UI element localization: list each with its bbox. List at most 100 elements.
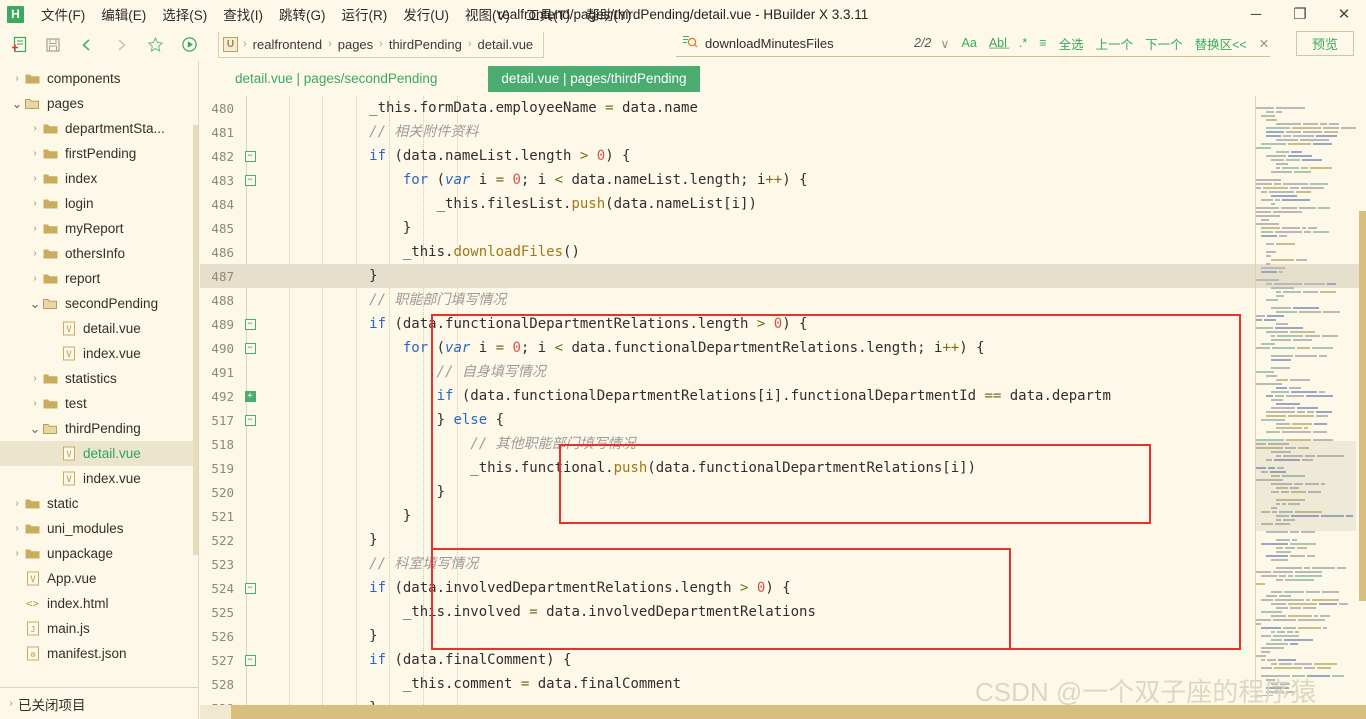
minimap-viewport[interactable] [1256,441,1356,531]
code-line[interactable]: 486 _this.downloadFiles() [200,240,1366,264]
breadcrumb-item-1[interactable]: pages [335,37,376,52]
code-line[interactable]: 482− if (data.nameList.length > 0) { [200,144,1366,168]
menu-item-6[interactable]: 发行(U) [395,1,457,27]
code-line[interactable]: 521 } [200,504,1366,528]
tree-item-departmentsta---[interactable]: › departmentSta... [0,116,198,141]
code-line[interactable]: 517− } else { [200,408,1366,432]
tree-item-app-vue[interactable]: V App.vue [0,566,198,591]
tree-item-report[interactable]: › report [0,266,198,291]
star-icon[interactable] [140,32,170,58]
code-line[interactable]: 520 } [200,480,1366,504]
fold-collapse-icon[interactable]: − [240,150,260,162]
previous-match-button[interactable]: 上一个 [1090,32,1140,55]
new-file-icon[interactable] [4,32,34,58]
breadcrumb-item-2[interactable]: thirdPending [386,37,465,52]
match-case-toggle[interactable]: Aa [956,34,983,52]
match-whole-word-toggle[interactable]: A̲b̲l̲ [983,34,1013,52]
closed-projects-section[interactable]: › 已关闭项目 [0,687,198,719]
code-line[interactable]: 490− for (var i = 0; i < data.functional… [200,336,1366,360]
tree-item-myreport[interactable]: › myReport [0,216,198,241]
tree-item-index[interactable]: › index [0,166,198,191]
select-all-button[interactable]: 全选 [1053,32,1090,55]
fold-collapse-icon[interactable]: − [240,342,260,354]
chevron-right-icon[interactable]: › [28,198,42,209]
close-search-button[interactable]: ✕ [1253,34,1275,53]
fold-collapse-icon[interactable]: − [240,414,260,426]
search-scope-icon[interactable]: ≡ [1033,34,1052,52]
code-line[interactable]: 484 _this.filesList.push(data.nameList[i… [200,192,1366,216]
preview-button[interactable]: 预览 [1296,31,1354,56]
menu-item-8[interactable]: 工具(T) [518,1,578,27]
code-line[interactable]: 481 // 相关附件资料 [200,120,1366,144]
sidebar-scrollbar[interactable] [193,125,198,555]
chevron-right-icon[interactable]: › [28,248,42,259]
save-icon[interactable] [38,32,68,58]
menu-item-7[interactable]: 视图(V) [457,1,518,27]
code-line[interactable]: 480 _this.formData.employeeName = data.n… [200,96,1366,120]
chevron-right-icon[interactable]: › [10,548,24,559]
tree-item-manifest-json[interactable]: ⚙ manifest.json [0,641,198,666]
chevron-down-icon[interactable]: ⌄ [28,297,42,310]
tree-item-firstpending[interactable]: › firstPending [0,141,198,166]
tree-item-unpackage[interactable]: › unpackage [0,541,198,566]
tree-item-components[interactable]: › components [0,66,198,91]
code-line[interactable]: 489− if (data.functionalDepartmentRelati… [200,312,1366,336]
tree-item-test[interactable]: › test [0,391,198,416]
menu-item-5[interactable]: 运行(R) [334,1,396,27]
regex-toggle[interactable]: .* [1013,34,1033,52]
chevron-right-icon[interactable]: › [28,373,42,384]
code-line[interactable]: 524− if (data.involvedDepartmentRelation… [200,576,1366,600]
code-line[interactable]: 522 } [200,528,1366,552]
tree-item-uni-modules[interactable]: › uni_modules [0,516,198,541]
minimize-button[interactable]: ─ [1234,0,1278,28]
code-line[interactable]: 528 _this.comment = data.finalComment [200,672,1366,696]
search-input[interactable]: downloadMinutesFiles [676,33,885,54]
fold-collapse-icon[interactable]: − [240,318,260,330]
chevron-right-icon[interactable]: › [10,523,24,534]
chevron-right-icon[interactable]: › [28,173,42,184]
code-line[interactable]: 518 // 其他职能部门填写情况 [200,432,1366,456]
code-editor[interactable]: 480 _this.formData.employeeName = data.n… [200,96,1366,719]
editor-tab-0[interactable]: detail.vue | pages/secondPending [222,66,450,92]
horizontal-scrollbar[interactable] [231,705,1366,719]
search-history-dropdown-icon[interactable]: ∨ [934,34,955,53]
chevron-down-icon[interactable]: ⌄ [28,422,42,435]
chevron-right-icon[interactable]: › [28,398,42,409]
menu-item-9[interactable]: 帮助(Y) [578,1,639,27]
chevron-right-icon[interactable]: › [28,123,42,134]
code-line[interactable]: 485 } [200,216,1366,240]
tree-item-secondpending[interactable]: ⌄ secondPending [0,291,198,316]
chevron-right-icon[interactable]: › [28,223,42,234]
code-line[interactable]: 523 // 科室填写情况 [200,552,1366,576]
back-icon[interactable] [72,32,102,58]
code-line[interactable]: 492 + if (data.functionalDepartmentRelati… [200,384,1366,408]
tree-item-login[interactable]: › login [0,191,198,216]
fold-expand-icon[interactable]: + [240,390,260,402]
breadcrumb-item-0[interactable]: realfrontend [250,37,325,52]
menu-item-4[interactable]: 跳转(G) [271,1,334,27]
next-match-button[interactable]: 下一个 [1139,32,1189,55]
code-line[interactable]: 488 // 职能部门填写情况 [200,288,1366,312]
chevron-right-icon[interactable]: › [10,73,24,84]
replace-area-button[interactable]: 替换区<< [1189,32,1253,55]
menu-item-0[interactable]: 文件(F) [33,1,93,27]
chevron-right-icon[interactable]: › [28,273,42,284]
tree-item-detail-vue[interactable]: Vdetail.vue [0,441,198,466]
breadcrumb-item-3[interactable]: detail.vue [475,37,537,52]
chevron-down-icon[interactable]: ⌄ [10,97,24,110]
code-line[interactable]: 519 _this.functional.push(data.functiona… [200,456,1366,480]
tree-item-thirdpending[interactable]: ⌄ thirdPending [0,416,198,441]
minimap[interactable] [1256,96,1356,696]
tree-item-index-html[interactable]: <> index.html [0,591,198,616]
search-input-value[interactable]: downloadMinutesFiles [705,36,885,51]
tree-item-index-vue[interactable]: Vindex.vue [0,466,198,491]
tree-item-detail-vue[interactable]: Vdetail.vue [0,316,198,341]
code-line[interactable]: 483− for (var i = 0; i < data.nameList.l… [200,168,1366,192]
code-line[interactable]: 526 } [200,624,1366,648]
tree-item-othersinfo[interactable]: › othersInfo [0,241,198,266]
tree-item-index-vue[interactable]: Vindex.vue [0,341,198,366]
tree-item-pages[interactable]: ⌄ pages [0,91,198,116]
fold-collapse-icon[interactable]: − [240,654,260,666]
vertical-scrollbar[interactable] [1359,211,1366,601]
close-button[interactable]: ✕ [1322,0,1366,28]
